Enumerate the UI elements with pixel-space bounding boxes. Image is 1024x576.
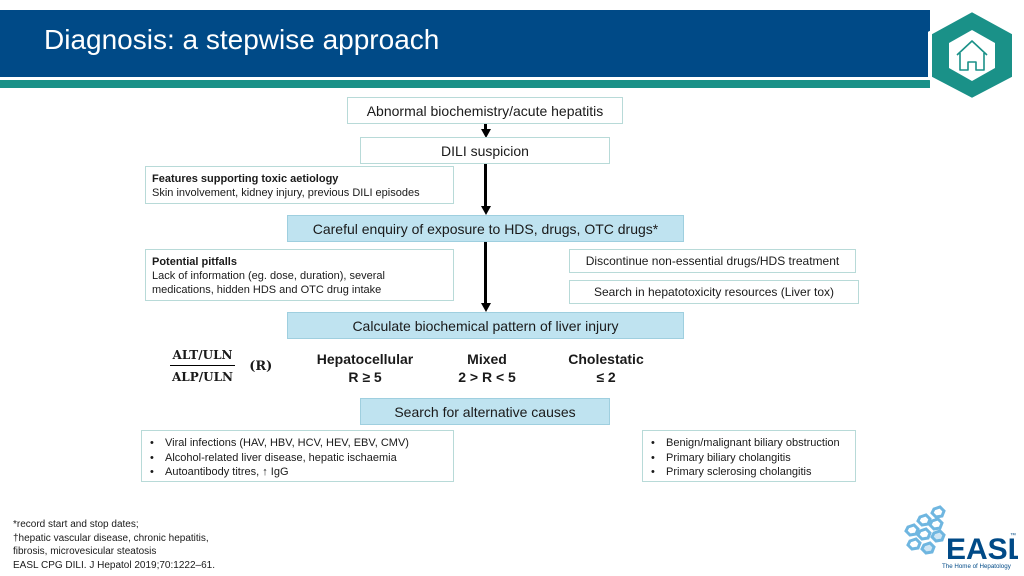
arrow-shaft bbox=[484, 242, 487, 304]
step-abnormal-biochemistry-label: Abnormal biochemistry/acute hepatitis bbox=[366, 102, 604, 119]
pitfalls-text-line1: Lack of information (eg. dose, duration)… bbox=[152, 270, 385, 282]
footnote-dagger: †hepatic vascular disease, chronic hepat… bbox=[13, 532, 209, 544]
step-alternative-causes-label: Search for alternative causes bbox=[394, 403, 576, 420]
pitfalls-text-line2: medications, hidden HDS and OTC drug int… bbox=[152, 284, 382, 296]
logo-wordmark: EASL bbox=[946, 533, 1018, 566]
features-note: Features supporting toxic aetiology Skin… bbox=[145, 166, 454, 204]
list-item: Primary biliary cholangitis bbox=[649, 451, 849, 466]
cholestatic-causes-list: Benign/malignant biliary obstruction Pri… bbox=[642, 430, 856, 482]
ratio-numerator: ALT/ULN bbox=[170, 348, 236, 366]
pitfalls-note: Potential pitfalls Lack of information (… bbox=[145, 249, 454, 301]
step-careful-enquiry: Careful enquiry of exposure to HDS, drug… bbox=[287, 215, 684, 242]
logo-trademark: ™ bbox=[1010, 532, 1016, 539]
footnote-dagger-cont: fibrosis, microvesicular steatosis bbox=[13, 546, 157, 557]
action-search-resources-label: Search in hepatotoxicity resources (Live… bbox=[593, 285, 835, 299]
ratio-fraction: ALT/ULN ALP/ULN bbox=[170, 348, 236, 384]
step-careful-enquiry-label: Careful enquiry of exposure to HDS, drug… bbox=[312, 220, 659, 237]
ratio-denominator: ALP/ULN bbox=[172, 370, 234, 384]
hepatocellular-causes-list: Viral infections (HAV, HBV, HCV, HEV, EB… bbox=[141, 430, 454, 482]
features-heading: Features supporting toxic aetiology bbox=[152, 173, 339, 185]
list-item: Primary sclerosing cholangitis bbox=[649, 465, 849, 480]
logo-hexagons-icon bbox=[904, 505, 946, 555]
pattern-criterion: R ≥ 5 bbox=[348, 369, 382, 385]
pattern-criterion: 2 > R < 5 bbox=[458, 369, 516, 385]
pattern-hepatocellular: Hepatocellular R ≥ 5 bbox=[305, 350, 425, 386]
step-alternative-causes: Search for alternative causes bbox=[360, 398, 610, 425]
list-item: Viral infections (HAV, HBV, HCV, HEV, EB… bbox=[148, 436, 447, 451]
pattern-name: Mixed bbox=[467, 351, 507, 367]
action-discontinue-label: Discontinue non-essential drugs/HDS trea… bbox=[585, 254, 840, 268]
pitfalls-heading: Potential pitfalls bbox=[152, 256, 237, 268]
footnotes: *record start and stop dates; †hepatic v… bbox=[13, 518, 215, 572]
pattern-name: Hepatocellular bbox=[316, 351, 414, 367]
action-discontinue: Discontinue non-essential drugs/HDS trea… bbox=[569, 249, 856, 273]
arrow-head bbox=[481, 206, 491, 215]
r-ratio-formula: ALT/ULN ALP/ULN (R) bbox=[170, 348, 272, 384]
pattern-mixed: Mixed 2 > R < 5 bbox=[437, 350, 537, 386]
header-stripe bbox=[0, 80, 930, 88]
step-dili-suspicion-label: DILI suspicion bbox=[441, 142, 529, 159]
list-item: Benign/malignant biliary obstruction bbox=[649, 436, 849, 451]
footnote-asterisk: *record start and stop dates; bbox=[13, 519, 139, 530]
slide-title: Diagnosis: a stepwise approach bbox=[44, 24, 440, 55]
list-item: Autoantibody titres, ↑ IgG bbox=[148, 465, 447, 480]
pattern-cholestatic: Cholestatic ≤ 2 bbox=[556, 350, 656, 386]
list-item: Alcohol-related liver disease, hepatic i… bbox=[148, 451, 447, 466]
step-biochemical-pattern: Calculate biochemical pattern of liver i… bbox=[287, 312, 684, 339]
arrow-head bbox=[481, 303, 491, 312]
logo-tagline: The Home of Hepatology bbox=[942, 563, 1012, 570]
action-search-resources: Search in hepatotoxicity resources (Live… bbox=[569, 280, 859, 304]
home-button[interactable] bbox=[926, 8, 1018, 102]
step-abnormal-biochemistry: Abnormal biochemistry/acute hepatitis bbox=[347, 97, 623, 124]
arrow-shaft bbox=[484, 164, 487, 207]
step-dili-suspicion: DILI suspicion bbox=[360, 137, 610, 164]
pattern-name: Cholestatic bbox=[568, 351, 644, 367]
features-text: Skin involvement, kidney injury, previou… bbox=[152, 187, 420, 199]
pattern-criterion: ≤ 2 bbox=[596, 369, 616, 385]
ratio-label: (R) bbox=[249, 358, 273, 374]
easl-logo: EASL ™ The Home of Hepatology bbox=[904, 505, 1018, 570]
footnote-reference: EASL CPG DILI. J Hepatol 2019;70:1222–61… bbox=[13, 559, 215, 571]
step-biochemical-pattern-label: Calculate biochemical pattern of liver i… bbox=[352, 317, 619, 334]
